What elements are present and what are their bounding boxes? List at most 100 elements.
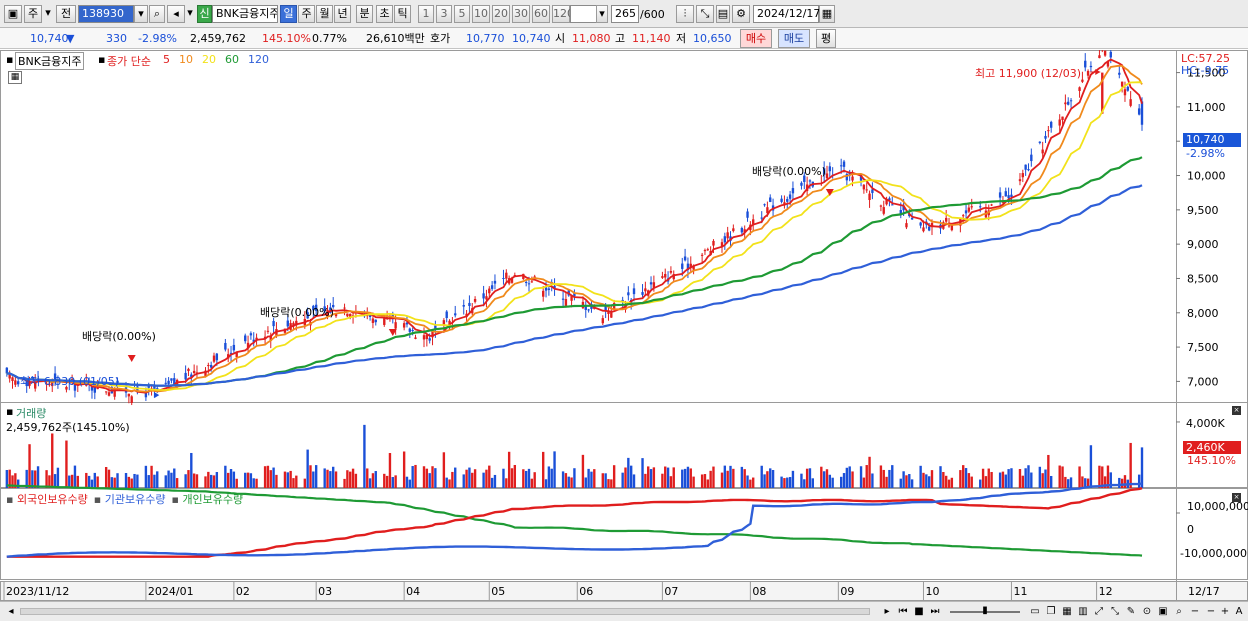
speaker-dropdown-icon[interactable]: ▾ bbox=[185, 5, 195, 23]
window-icon[interactable]: ▣ bbox=[4, 5, 22, 23]
stop-icon[interactable]: ■ bbox=[912, 604, 926, 619]
prev-button[interactable]: 전 bbox=[56, 5, 76, 23]
trendline-icon[interactable]: ⤢ bbox=[1092, 604, 1106, 619]
candle-body bbox=[726, 232, 729, 239]
volume-bar bbox=[490, 477, 494, 488]
volume-bar bbox=[127, 476, 131, 488]
volume-bar bbox=[763, 474, 766, 488]
calendar-icon[interactable]: ▦ bbox=[819, 5, 835, 23]
date-input[interactable]: 2024/12/17 bbox=[753, 5, 820, 23]
volume-bar bbox=[411, 466, 414, 488]
period-button-6[interactable]: 틱 bbox=[394, 5, 411, 23]
interval-button-4[interactable]: 20 bbox=[492, 5, 510, 23]
period-button-2[interactable]: 월 bbox=[316, 5, 333, 23]
x-axis-label: 04 bbox=[406, 585, 420, 598]
interval-button-7[interactable]: 120 bbox=[552, 5, 574, 23]
chart-area[interactable]: 7,0007,5008,0008,5009,0009,50010,00010,5… bbox=[0, 50, 1248, 601]
ma-legend-dot-icon: ▪ bbox=[98, 53, 106, 66]
interval-button-6[interactable]: 60 bbox=[532, 5, 550, 23]
save-icon[interactable]: ▤ bbox=[716, 5, 730, 23]
volume-bar bbox=[507, 451, 511, 488]
target-icon[interactable]: ⊙ bbox=[1140, 604, 1154, 619]
font-size-icon[interactable]: A bbox=[1232, 604, 1246, 619]
draw-tool-icon[interactable]: ⤡ bbox=[696, 5, 714, 23]
image-icon[interactable]: ▣ bbox=[1156, 604, 1170, 619]
zoom-slider-handle[interactable]: ▮ bbox=[978, 603, 992, 618]
candle-body bbox=[1047, 130, 1050, 132]
y-tick-label: 7,000 bbox=[1187, 375, 1219, 388]
candle-body bbox=[1120, 81, 1124, 87]
count-input[interactable]: 265 bbox=[611, 5, 639, 23]
y-tick-label: 8,500 bbox=[1187, 272, 1219, 285]
horizontal-scrollbar[interactable] bbox=[20, 608, 870, 615]
volume-bar bbox=[505, 478, 508, 488]
mode-button[interactable]: 주 bbox=[24, 5, 42, 23]
volume-bar bbox=[28, 444, 31, 488]
volume-bar bbox=[1118, 477, 1121, 488]
volume-bar bbox=[610, 479, 613, 488]
volume-bar bbox=[124, 473, 128, 488]
minus-icon[interactable]: − bbox=[1204, 604, 1218, 619]
volume-close-icon[interactable]: × bbox=[1232, 406, 1241, 415]
buy-button[interactable]: 매수 bbox=[740, 29, 772, 48]
candle-body bbox=[760, 217, 763, 219]
code-dropdown-icon[interactable]: ▾ bbox=[134, 5, 148, 23]
calculator-icon[interactable]: ▦ bbox=[8, 71, 22, 84]
volume-bar bbox=[788, 477, 792, 488]
plus-icon[interactable]: + bbox=[1218, 604, 1232, 619]
diagonal-icon[interactable]: ⤡ bbox=[1108, 604, 1122, 619]
copy-icon[interactable]: ❐ bbox=[1044, 604, 1058, 619]
interval-button-2[interactable]: 5 bbox=[454, 5, 470, 23]
zoom-out-icon[interactable]: − bbox=[1188, 604, 1202, 619]
volume-bar bbox=[851, 471, 854, 488]
volume-bar bbox=[113, 477, 116, 488]
interval-button-3[interactable]: 10 bbox=[472, 5, 490, 23]
volume-bar bbox=[542, 451, 545, 488]
volume-bar bbox=[845, 467, 849, 488]
stock-code-input[interactable]: 138930 bbox=[78, 5, 134, 23]
volume-bar bbox=[465, 469, 468, 488]
holding-legend-dot-icon: ▪ bbox=[6, 493, 17, 506]
fast-forward-icon[interactable]: ⏭ bbox=[928, 604, 942, 619]
volume-bar bbox=[925, 474, 928, 488]
period-button-4[interactable]: 분 bbox=[356, 5, 373, 23]
candle-type-icon[interactable]: ⫶ bbox=[676, 5, 694, 23]
candle-body bbox=[700, 254, 704, 256]
eval-button[interactable]: 평 bbox=[816, 29, 836, 48]
candle-body bbox=[485, 296, 488, 300]
volume-bar bbox=[533, 472, 536, 488]
speaker-icon[interactable]: ◂ bbox=[167, 5, 185, 23]
grid-icon[interactable]: ▦ bbox=[1060, 604, 1074, 619]
period-button-5[interactable]: 초 bbox=[376, 5, 393, 23]
volume-bar bbox=[729, 465, 732, 488]
chart-type-icon[interactable]: ▥ bbox=[1076, 604, 1090, 619]
candle-body bbox=[473, 298, 477, 302]
search-icon[interactable]: ⌕ bbox=[149, 5, 165, 23]
interval-button-1[interactable]: 3 bbox=[436, 5, 452, 23]
mode-dropdown-icon[interactable]: ▾ bbox=[42, 5, 54, 23]
zoom-icon[interactable]: ⌕ bbox=[1172, 604, 1186, 619]
dividend-label-3: 배당락(0.00%) bbox=[752, 165, 826, 178]
candle-body bbox=[786, 199, 789, 202]
interval-button-0[interactable]: 1 bbox=[418, 5, 434, 23]
interval-button-5[interactable]: 30 bbox=[512, 5, 530, 23]
ma-legend-item: 10 bbox=[179, 53, 193, 66]
pencil-icon[interactable]: ✎ bbox=[1124, 604, 1138, 619]
sell-button[interactable]: 매도 bbox=[778, 29, 810, 48]
period-button-1[interactable]: 주 bbox=[298, 5, 315, 23]
period-button-0[interactable]: 일 bbox=[280, 5, 297, 23]
volume-bar bbox=[910, 479, 914, 488]
candle-body bbox=[1064, 102, 1067, 105]
scroll-left-icon[interactable]: ◂ bbox=[4, 604, 18, 619]
volume-bar bbox=[808, 468, 812, 488]
scroll-right-icon[interactable]: ▸ bbox=[880, 604, 894, 619]
gear-icon[interactable]: ⚙ bbox=[732, 5, 750, 23]
volume-bar bbox=[766, 471, 769, 488]
layout-icon[interactable]: ▭ bbox=[1028, 604, 1042, 619]
candle-body bbox=[1044, 135, 1047, 139]
rewind-icon[interactable]: ⏮ bbox=[896, 604, 910, 619]
interval-dropdown-icon[interactable]: ▾ bbox=[596, 5, 608, 23]
price-panel-stock-label[interactable]: BNK금융지주 bbox=[15, 52, 85, 70]
chart-canvas[interactable]: 7,0007,5008,0008,5009,0009,50010,00010,5… bbox=[0, 50, 1248, 601]
period-button-3[interactable]: 년 bbox=[334, 5, 351, 23]
